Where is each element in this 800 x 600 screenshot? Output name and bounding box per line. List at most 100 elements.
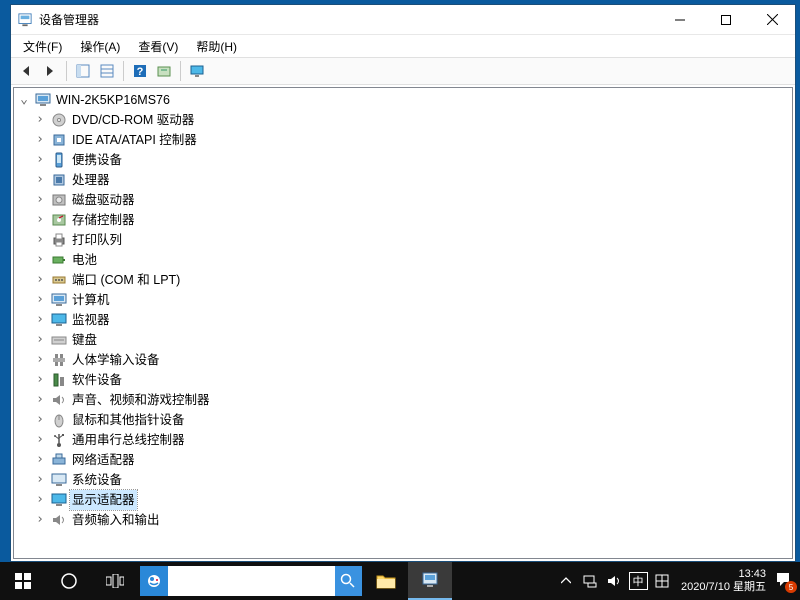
taskbar: 中 13:43 2020/7/10 星期五 5 (0, 562, 800, 600)
tree-item[interactable]: ›音频输入和输出 (14, 510, 792, 530)
network-icon[interactable] (579, 562, 601, 600)
ime-mode-icon[interactable] (651, 562, 673, 600)
collapse-icon[interactable]: ⌄ (16, 90, 32, 110)
expand-icon[interactable]: › (32, 130, 48, 150)
device-category-label: 声音、视频和游戏控制器 (70, 390, 212, 410)
expand-icon[interactable]: › (32, 150, 48, 170)
device-category-label: DVD/CD-ROM 驱动器 (70, 110, 196, 130)
tree-item[interactable]: ›处理器 (14, 170, 792, 190)
tree-item[interactable]: › 计算机 (14, 290, 792, 310)
tree-item[interactable]: ›端口 (COM 和 LPT) (14, 270, 792, 290)
tree-item[interactable]: › 存储控制器 (14, 210, 792, 230)
tree-item[interactable]: ›IDE ATA/ATAPI 控制器 (14, 130, 792, 150)
expand-icon[interactable]: › (32, 310, 48, 330)
device-category-label: 监视器 (70, 310, 112, 330)
expand-icon[interactable]: › (32, 430, 48, 450)
monitor-icon (51, 312, 67, 328)
expand-icon[interactable]: › (32, 230, 48, 250)
software-icon (51, 372, 67, 388)
expand-icon[interactable]: › (32, 110, 48, 130)
expand-icon[interactable]: › (32, 190, 48, 210)
expand-icon[interactable]: › (32, 250, 48, 270)
date-text: 2020/7/10 星期五 (681, 581, 766, 594)
phone-icon (51, 152, 67, 168)
cortana-button[interactable] (46, 562, 92, 600)
device-manager-task[interactable] (408, 562, 452, 600)
menu-view[interactable]: 查看(V) (130, 36, 186, 57)
search-input[interactable] (168, 566, 335, 596)
device-category-label: 计算机 (70, 290, 112, 310)
tree-item[interactable]: ›系统设备 (14, 470, 792, 490)
device-category-label: 电池 (70, 250, 99, 270)
task-view-button[interactable] (92, 562, 138, 600)
device-category-label: 磁盘驱动器 (70, 190, 137, 210)
maximize-button[interactable] (703, 5, 749, 34)
expand-icon[interactable]: › (32, 350, 48, 370)
hid-icon (51, 352, 67, 368)
monitor-button[interactable] (186, 60, 208, 82)
tree-root[interactable]: ⌄ WIN-2K5KP16MS76 (14, 90, 792, 110)
clock[interactable]: 13:43 2020/7/10 星期五 (675, 568, 772, 594)
menu-action[interactable]: 操作(A) (72, 36, 128, 57)
tree-item[interactable]: › 监视器 (14, 310, 792, 330)
close-button[interactable] (749, 5, 795, 34)
printer-icon (51, 232, 67, 248)
device-category-label: 存储控制器 (70, 210, 137, 230)
tree-item[interactable]: › 电池 (14, 250, 792, 270)
expand-icon[interactable]: › (32, 470, 48, 490)
tree-item[interactable]: ›键盘 (14, 330, 792, 350)
explorer-task[interactable] (364, 562, 408, 600)
notifications-icon[interactable]: 5 (774, 562, 796, 600)
start-button[interactable] (0, 562, 46, 600)
tree-item[interactable]: › 磁盘驱动器 (14, 190, 792, 210)
expand-icon[interactable]: › (32, 390, 48, 410)
expand-icon[interactable]: › (32, 330, 48, 350)
tree-item[interactable]: › DVD/CD-ROM 驱动器 (14, 110, 792, 130)
forward-button[interactable] (39, 60, 61, 82)
expand-icon[interactable]: › (32, 290, 48, 310)
expand-icon[interactable]: › (32, 450, 48, 470)
ime-indicator[interactable]: 中 (627, 562, 649, 600)
tree-item[interactable]: ›软件设备 (14, 370, 792, 390)
tree-item[interactable]: › 人体学输入设备 (14, 350, 792, 370)
keyboard-icon (51, 332, 67, 348)
tree-item[interactable]: ›显示适配器 (14, 490, 792, 510)
menu-help[interactable]: 帮助(H) (188, 36, 245, 57)
volume-icon[interactable] (603, 562, 625, 600)
toolbar: ? (11, 57, 795, 85)
expand-icon[interactable]: › (32, 510, 48, 530)
system-icon (51, 472, 67, 488)
tree-item[interactable]: › 鼠标和其他指针设备 (14, 410, 792, 430)
scan-button[interactable] (153, 60, 175, 82)
properties-button[interactable] (96, 60, 118, 82)
back-button[interactable] (15, 60, 37, 82)
search-icon[interactable] (335, 566, 363, 596)
display-icon (51, 492, 67, 508)
menu-file[interactable]: 文件(F) (15, 36, 70, 57)
sound-icon (51, 392, 67, 408)
device-tree[interactable]: ⌄ WIN-2K5KP16MS76 › DVD/CD-ROM 驱动器›IDE AT… (13, 87, 793, 559)
separator (66, 61, 67, 81)
svg-text:?: ? (137, 66, 144, 78)
expand-icon[interactable]: › (32, 410, 48, 430)
tree-item[interactable]: › 声音、视频和游戏控制器 (14, 390, 792, 410)
tree-item[interactable]: ›通用串行总线控制器 (14, 430, 792, 450)
show-hide-button[interactable] (72, 60, 94, 82)
tree-item[interactable]: ›网络适配器 (14, 450, 792, 470)
expand-icon[interactable]: › (32, 270, 48, 290)
separator (123, 61, 124, 81)
device-category-label: 鼠标和其他指针设备 (70, 410, 187, 430)
tree-item[interactable]: › 打印队列 (14, 230, 792, 250)
expand-icon[interactable]: › (32, 210, 48, 230)
taskbar-search[interactable] (140, 566, 362, 596)
tray-overflow-icon[interactable] (555, 562, 577, 600)
expand-icon[interactable]: › (32, 490, 48, 510)
minimize-button[interactable] (657, 5, 703, 34)
expand-icon[interactable]: › (32, 370, 48, 390)
expand-icon[interactable]: › (32, 170, 48, 190)
help-button[interactable]: ? (129, 60, 151, 82)
search-logo-icon (140, 566, 168, 596)
device-category-label: 打印队列 (70, 230, 124, 250)
tree-item[interactable]: ›便携设备 (14, 150, 792, 170)
device-category-label: 人体学输入设备 (70, 350, 162, 370)
